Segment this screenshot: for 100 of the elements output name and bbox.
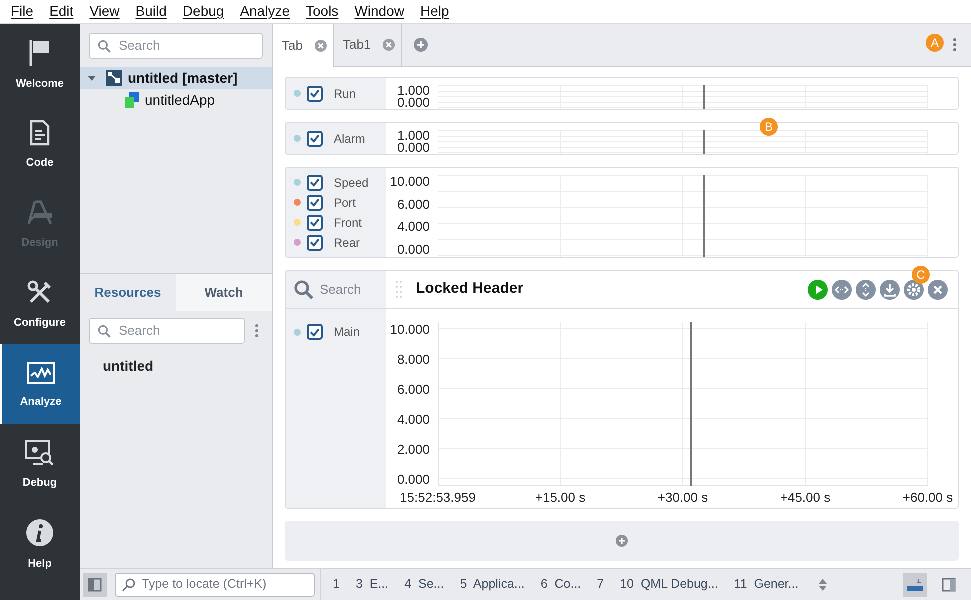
mode-label: Analyze [20,396,62,408]
up-down-icon[interactable] [818,578,827,590]
mode-button[interactable]: Debug [0,424,80,504]
menu-item[interactable]: Build [128,1,175,22]
waveform-monitor-icon [26,360,56,384]
design-icon [26,200,54,226]
axis-tick-label: 8.000 [397,352,430,366]
caret-icon[interactable] [88,74,96,82]
close-icon[interactable] [928,280,948,300]
close-icon[interactable] [314,40,327,52]
search-icon [98,40,111,52]
add-tab-icon[interactable] [414,38,428,52]
output-pane-button[interactable]: 3 E... [350,575,395,594]
add-icon[interactable] [616,535,628,547]
play-icon[interactable] [808,280,828,300]
axis-tick-label: 6.000 [397,382,430,396]
checkmark-icon [310,178,320,187]
signal-label: Main [334,324,360,341]
axis-tick-label: +45.00 s [780,491,831,504]
more-icon[interactable] [255,324,259,338]
output-pane-button[interactable]: 4 Se... [398,575,450,594]
tab[interactable]: Tab [273,24,334,67]
mode-button[interactable]: Welcome [0,24,80,104]
menu-item[interactable]: Window [346,1,412,22]
mode-label: Welcome [16,78,64,90]
mode-label: Code [26,158,54,168]
drag-handle-icon[interactable] [396,280,402,300]
sidebar-toggle-icon[interactable] [83,572,107,596]
menu-item[interactable]: Debug [174,1,232,22]
code-arrows-icon[interactable] [832,280,852,300]
axis-tick-label: 15:52:53.959 [400,491,476,504]
axis-tick-label: 4.000 [397,221,430,234]
info-icon [26,518,54,546]
axis-tick-label: 1.000 [397,130,430,142]
checkbox[interactable] [307,130,323,146]
flag-icon [29,38,51,66]
download-icon[interactable] [880,280,900,300]
tree-label: untitledApp [145,90,216,110]
menu-item[interactable]: Edit [42,1,82,22]
cursor-line[interactable] [690,322,692,486]
tools-icon [27,280,53,306]
axis-tick-label: 0.000 [397,142,430,154]
output-pane-button[interactable]: 7 [591,575,610,594]
search-placeholder: Search [320,280,362,299]
app-icon [125,92,139,108]
menu-item[interactable]: Tools [298,1,347,22]
more-icon[interactable] [953,38,957,52]
checkbox[interactable] [307,194,323,210]
checkbox[interactable] [307,234,323,250]
axis-tick-label: +15.00 s [535,491,586,504]
settings-icon[interactable] [904,280,924,300]
mode-label: Configure [14,318,66,328]
search-placeholder: Search [119,37,160,56]
panel-tab[interactable]: Watch [176,274,272,311]
project-icon [106,70,122,86]
resource-item[interactable]: untitled [103,356,249,377]
checkbox[interactable] [307,174,323,190]
mode-button[interactable]: Help [0,504,80,584]
bug-monitor-icon [25,440,55,466]
output-toggle-icon[interactable] [903,572,927,596]
axis-tick-label: 1.000 [397,85,430,97]
search-icon [122,578,136,592]
tab-label: Tab1 [342,36,372,54]
mode-button[interactable]: Configure [0,264,80,344]
signal-label: Port [334,194,356,212]
search-icon [294,280,314,300]
document-icon [30,120,50,146]
axis-tick-label: +30.00 s [658,491,708,504]
checkbox[interactable] [307,86,323,102]
mode-button[interactable]: Analyze [0,344,80,424]
menu-item[interactable]: View [82,1,128,22]
tab-label: Tab [282,36,303,55]
signal-label: Run [334,86,356,102]
signal-label: Front [334,214,362,232]
signal-label: Rear [334,234,360,252]
checkmark-icon [310,134,320,143]
axis-tick-label: 2.000 [397,442,430,456]
checkmark-icon [310,198,320,207]
menu-item[interactable]: File [3,1,42,22]
checkbox[interactable] [307,214,323,230]
vertical-expand-icon[interactable] [856,280,876,300]
output-pane-button[interactable]: 10 QML Debug... [614,575,724,594]
output-pane-button[interactable]: 5 Applica... [454,575,531,594]
menu-item[interactable]: Help [412,1,458,22]
locator-field[interactable]: Type to locate (Ctrl+K) [115,572,315,596]
search-placeholder: Search [119,322,160,340]
tree-row[interactable]: untitled [master] [80,67,272,89]
checkbox[interactable] [307,324,323,340]
axis-tick-label: +60.00 s [902,491,954,504]
tree-label: untitled [master] [128,68,238,88]
menu-item[interactable]: Analyze [232,1,298,22]
output-pane-button[interactable]: 6 Co... [534,575,588,594]
close-icon[interactable] [383,39,396,51]
output-pane-button[interactable]: 11 Gener... [728,575,805,594]
checkmark-icon [310,328,320,336]
checkmark-icon [310,89,320,98]
mode-button[interactable]: Code [0,104,80,184]
tree-row[interactable]: untitledApp [80,89,272,111]
output-pane-button[interactable]: 1 [327,575,346,594]
checkmark-icon [310,238,320,247]
